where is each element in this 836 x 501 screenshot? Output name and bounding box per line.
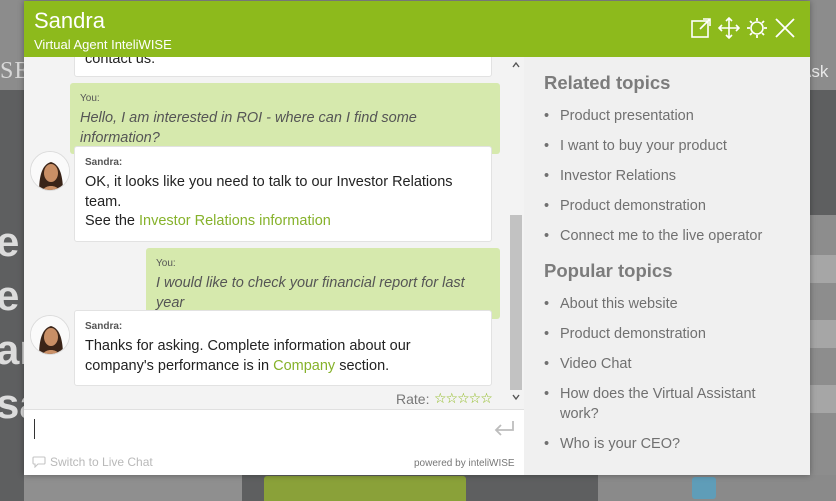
background-side-panel — [808, 215, 836, 501]
popular-topic-item[interactable]: • Product demonstration — [544, 324, 794, 344]
popular-topic-item[interactable]: • Video Chat — [544, 354, 794, 374]
external-window-icon[interactable] — [690, 17, 712, 39]
agent-message: contact us. — [74, 57, 492, 77]
topic-label: Product presentation — [560, 108, 694, 124]
message-text: Hello, I am interested in ROI - where ca… — [80, 110, 417, 146]
related-topic-item[interactable]: • Product demonstration — [544, 196, 794, 216]
message-line: Thanks for asking. Complete information … — [85, 338, 411, 354]
message-text: contact us. — [85, 57, 156, 67]
topic-label: Investor Relations — [560, 168, 677, 184]
chat-bubble-icon — [692, 477, 716, 499]
gear-icon[interactable] — [746, 17, 768, 39]
related-topic-item[interactable]: • Investor Relations — [544, 166, 794, 186]
related-topic-item[interactable]: • Connect me to the live operator — [544, 226, 794, 246]
powered-by-label: powered by inteliWISE — [414, 458, 515, 469]
related-topics-heading: Related topics — [544, 72, 671, 93]
message-text: Thanks for asking. Complete information … — [85, 337, 481, 376]
agent-message: Sandra: OK, it looks like you need to ta… — [74, 146, 492, 242]
enter-return-icon[interactable] — [492, 419, 516, 439]
message-line: See the Investor Relations information — [85, 212, 481, 232]
rate-label: Rate: — [396, 391, 430, 407]
background-footer-block — [24, 475, 242, 501]
topic-bullet: • — [544, 356, 550, 372]
agent-avatar — [30, 151, 70, 191]
message-text: OK, it looks like you need to talk to ou… — [85, 173, 481, 232]
widget-header[interactable]: Sandra Virtual Agent InteliWISE — [24, 1, 810, 57]
background-strip — [808, 385, 836, 413]
message-sender: Sandra: — [85, 157, 123, 168]
user-message: You: Hello, I am interested in ROI - whe… — [70, 83, 500, 154]
scroll-thumb[interactable] — [510, 215, 522, 390]
related-topic-item[interactable]: • I want to buy your product — [544, 136, 794, 156]
scroll-down-icon[interactable] — [512, 393, 520, 401]
popular-topic-item[interactable]: • About this website — [544, 294, 794, 314]
topic-bullet: • — [544, 436, 550, 452]
topic-bullet: • — [544, 228, 550, 244]
conversation-scrollbar[interactable] — [508, 57, 524, 409]
message-text: I would like to check your financial rep… — [156, 275, 465, 311]
topic-bullet: • — [544, 296, 550, 312]
topic-label: How does the Virtual Assistant work? — [560, 386, 756, 422]
message-line-prefix: company's performance is in — [85, 357, 274, 374]
scroll-up-icon[interactable] — [512, 61, 520, 69]
message-sender: Sandra: — [85, 321, 123, 332]
topic-bullet: • — [544, 138, 550, 154]
popular-topic-item[interactable]: • Who is your CEO? — [544, 434, 794, 454]
background-button — [264, 476, 466, 501]
topic-label: Who is your CEO? — [560, 436, 681, 452]
message-line: company's performance is in Company sect… — [85, 357, 481, 377]
message-line: team. — [85, 193, 122, 210]
popular-topics-heading: Popular topics — [544, 260, 673, 281]
topics-panel: Related topics • Product presentation • I … — [524, 57, 810, 475]
agent-message: Sandra: Thanks for asking. Complete info… — [74, 310, 492, 386]
agent-avatar — [30, 315, 70, 355]
close-icon[interactable] — [774, 17, 796, 39]
message-line: OK, it looks like you need to talk to ou… — [85, 174, 453, 190]
topic-bullet: • — [544, 386, 550, 402]
background-strip — [808, 255, 836, 283]
topic-bullet: • — [544, 326, 550, 342]
move-arrows-icon[interactable] — [718, 17, 740, 39]
agent-name: Sandra — [34, 8, 105, 33]
topic-label: Video Chat — [560, 356, 632, 372]
topic-bullet: • — [544, 108, 550, 124]
popular-topic-item[interactable]: • How does the Virtual Assistant work? — [544, 384, 774, 424]
chat-bubble-icon — [32, 456, 46, 468]
message-sender: You: — [156, 258, 176, 269]
topic-label: About this website — [560, 296, 678, 312]
topic-label: Product demonstration — [560, 326, 706, 342]
topic-bullet: • — [544, 168, 550, 184]
background-strip — [808, 320, 836, 348]
message-line-suffix: section. — [335, 357, 390, 374]
background-footer-block — [598, 475, 836, 501]
investor-relations-link[interactable]: Investor Relations information — [139, 213, 331, 229]
topic-label: Connect me to the live operator — [560, 228, 763, 244]
user-message: You: I would like to check your financia… — [146, 248, 500, 319]
virtual-agent-widget: Sandra Virtual Agent InteliWISE contact … — [24, 1, 810, 475]
agent-subtitle: Virtual Agent InteliWISE — [34, 37, 172, 52]
topic-bullet: • — [544, 198, 550, 214]
message-sender: You: — [80, 93, 100, 104]
rating-stars[interactable]: ☆☆☆☆☆ — [434, 390, 493, 407]
topic-label: Product demonstration — [560, 198, 706, 214]
conversation-area[interactable]: contact us. You: Hello, I am interested … — [24, 57, 524, 409]
topic-label: I want to buy your product — [560, 138, 727, 154]
message-line-prefix: See the — [85, 213, 140, 229]
switch-to-live-chat-label: Switch to Live Chat — [50, 455, 153, 469]
company-link[interactable]: Company — [273, 358, 335, 374]
message-input[interactable] — [32, 416, 482, 450]
switch-to-live-chat-button[interactable]: Switch to Live Chat — [32, 455, 153, 469]
related-topic-item[interactable]: • Product presentation — [544, 106, 794, 126]
text-cursor — [34, 419, 35, 439]
